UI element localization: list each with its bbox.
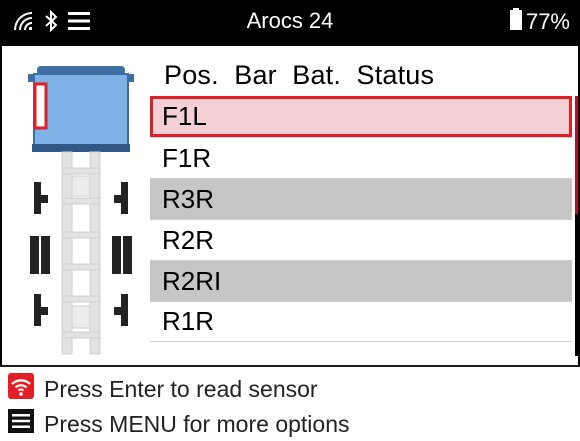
- column-header: Pos. Bar Bat. Status: [164, 60, 435, 90]
- main-panel: Pos. Bar Bat. Status F1L F1R R3R R2R R2R…: [2, 46, 578, 365]
- battery-icon: [509, 8, 522, 35]
- tyre-position-list: F1L F1R R3R R2R R2RI R1R: [150, 96, 572, 342]
- truck-chassis: [61, 151, 101, 355]
- footer-hints: Press Enter to read sensor Press MENU fo…: [0, 365, 580, 441]
- battery-percent: 77%: [525, 8, 570, 34]
- position-label: F1L: [162, 101, 207, 131]
- position-label: R1R: [162, 306, 215, 336]
- battery-status: 77%: [509, 8, 570, 35]
- hint-enter: Press Enter to read sensor: [8, 373, 318, 405]
- menu-button-icon: [8, 409, 34, 439]
- list-item-r3r[interactable]: R3R: [150, 178, 572, 219]
- hint-enter-text: Press Enter to read sensor: [44, 375, 318, 402]
- device-title: Arocs 24: [246, 8, 334, 33]
- list-item-r2r[interactable]: R2R: [150, 219, 572, 260]
- position-label: F1R: [162, 142, 212, 173]
- hint-menu-text: Press MENU for more options: [44, 410, 350, 437]
- position-label: R3R: [162, 183, 215, 214]
- position-label: R2R: [162, 224, 215, 255]
- hint-menu: Press MENU for more options: [8, 409, 349, 439]
- list-item-r1r[interactable]: R1R: [150, 301, 572, 342]
- truck-diagram: [28, 66, 134, 355]
- scrollbar-thumb[interactable]: [575, 96, 578, 214]
- list-scrollbar[interactable]: [575, 96, 578, 356]
- status-bar: Arocs 24 77%: [0, 0, 580, 46]
- list-item-f1l[interactable]: F1L: [150, 96, 572, 137]
- list-item-r2ri[interactable]: R2RI: [150, 260, 572, 301]
- sensor-signal-icon: [8, 373, 34, 405]
- position-label: R2RI: [162, 265, 222, 296]
- selected-wheel-f1l: [33, 82, 48, 130]
- list-item-f1r[interactable]: F1R: [150, 137, 572, 178]
